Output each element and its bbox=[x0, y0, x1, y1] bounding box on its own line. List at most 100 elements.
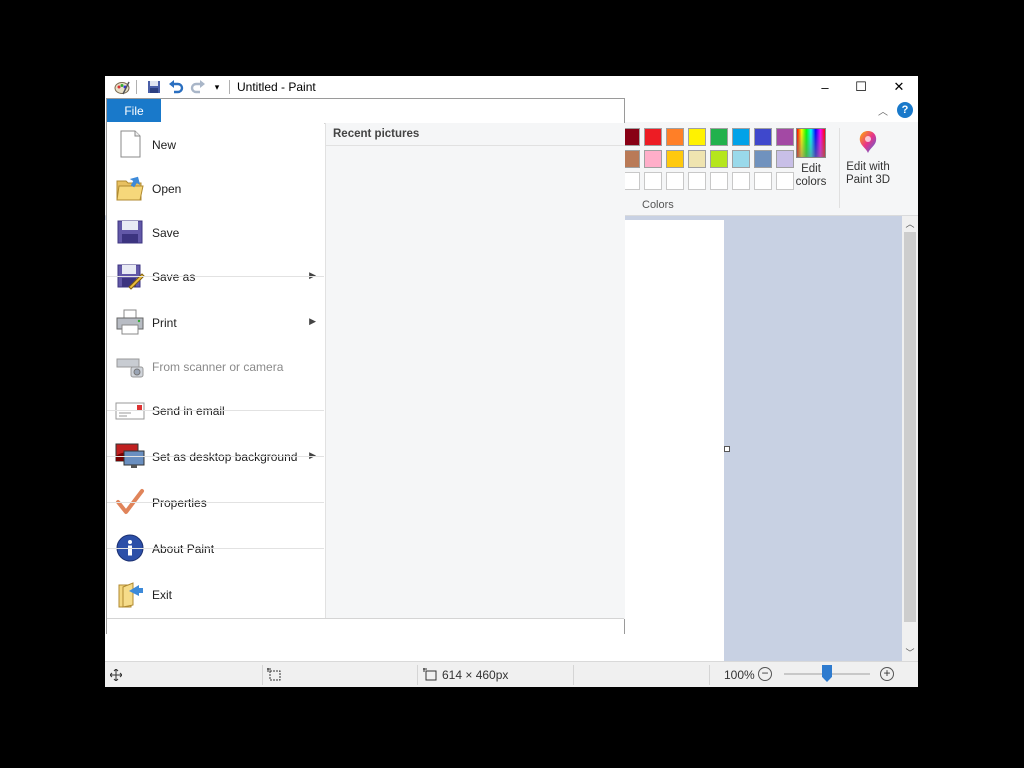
close-button[interactable]: ✕ bbox=[880, 76, 918, 98]
submenu-arrow-icon: ▶ bbox=[309, 316, 316, 326]
custom-color-swatch[interactable] bbox=[710, 172, 728, 190]
status-divider bbox=[417, 665, 418, 685]
paint3d-label-2: Paint 3D bbox=[845, 174, 891, 186]
color-swatch[interactable] bbox=[666, 150, 684, 168]
menu-item-label: About Paint bbox=[152, 542, 215, 556]
menu-item-label: Set as desktop background bbox=[152, 450, 298, 464]
menu-item-label: Print bbox=[152, 316, 177, 330]
open-folder-icon bbox=[115, 173, 145, 203]
image-dimensions: 614 × 460px bbox=[442, 668, 509, 682]
cursor-position-icon bbox=[110, 662, 122, 687]
window-title: Untitled - Paint bbox=[237, 80, 316, 94]
menu-separator bbox=[107, 502, 324, 503]
color-swatch[interactable] bbox=[688, 150, 706, 168]
menu-item-new[interactable]: New bbox=[107, 123, 324, 167]
file-tab[interactable]: File bbox=[107, 99, 161, 122]
edit-colors-label-2: colors bbox=[795, 176, 827, 188]
color-swatch[interactable] bbox=[754, 150, 772, 168]
zoom-out-button[interactable]: − bbox=[758, 667, 772, 681]
resize-handle-right[interactable] bbox=[724, 446, 730, 452]
color-swatch[interactable] bbox=[688, 128, 706, 146]
undo-icon[interactable] bbox=[167, 79, 185, 95]
paint-app-icon[interactable] bbox=[113, 79, 131, 95]
scanner-icon bbox=[115, 351, 145, 381]
menu-item-label: Exit bbox=[152, 588, 173, 602]
menu-item-label: New bbox=[152, 138, 177, 152]
scroll-up-arrow[interactable]: ︿ bbox=[902, 216, 918, 232]
menu-item-label: Save as bbox=[152, 270, 196, 284]
status-divider bbox=[262, 665, 263, 685]
colors-group-label: Colors bbox=[642, 199, 674, 211]
title-bar: ▾ Untitled - Paint – ☐ ✕ bbox=[105, 76, 918, 98]
menu-item-label: Properties bbox=[152, 496, 207, 510]
menu-item-properties[interactable]: Properties bbox=[107, 481, 324, 525]
custom-color-swatch[interactable] bbox=[644, 172, 662, 190]
menu-separator bbox=[107, 410, 324, 411]
recent-pictures-divider bbox=[326, 145, 625, 146]
save-icon[interactable] bbox=[145, 79, 163, 95]
recent-pictures-panel: Recent pictures bbox=[325, 123, 625, 619]
color-swatch[interactable] bbox=[644, 128, 662, 146]
status-divider bbox=[573, 665, 574, 685]
menu-item-label: Open bbox=[152, 182, 182, 196]
minimize-button[interactable]: – bbox=[806, 76, 844, 98]
menu-item-exit[interactable]: Exit bbox=[107, 573, 324, 617]
vertical-scrollbar[interactable]: ︿ ﹀ bbox=[902, 216, 918, 661]
color-swatch[interactable] bbox=[710, 128, 728, 146]
color-swatch[interactable] bbox=[666, 128, 684, 146]
status-bar: 614 × 460px 100% − + bbox=[105, 661, 918, 687]
new-document-icon bbox=[115, 129, 145, 159]
color-spectrum-icon bbox=[796, 128, 826, 158]
edit-colors-label-1: Edit bbox=[801, 163, 821, 175]
collapse-ribbon-icon[interactable]: ︿ bbox=[878, 103, 888, 118]
maximize-button[interactable]: ☐ bbox=[842, 76, 880, 98]
menu-item-save-as[interactable]: Save as ▶ bbox=[107, 255, 324, 299]
title-separator bbox=[229, 80, 230, 94]
qat-separator bbox=[136, 80, 137, 94]
custom-color-swatch[interactable] bbox=[666, 172, 684, 190]
menu-item-about-paint[interactable]: About Paint bbox=[107, 527, 324, 571]
exit-icon bbox=[115, 579, 145, 609]
file-menu: New Open Save Save as ▶ Print ▶ From scanner or… bbox=[106, 98, 625, 634]
menu-item-set-as-desktop-background[interactable]: Set as desktop background ▶ bbox=[107, 435, 324, 479]
zoom-slider-thumb[interactable] bbox=[822, 665, 832, 682]
paint3d-label-1: Edit with bbox=[846, 161, 890, 173]
menu-item-save[interactable]: Save bbox=[107, 211, 324, 255]
save-floppy-icon bbox=[115, 217, 145, 247]
menu-item-from-scanner-or-camera[interactable]: From scanner or camera bbox=[107, 345, 324, 389]
recent-pictures-header: Recent pictures bbox=[333, 128, 420, 140]
menu-item-label: Send in email bbox=[152, 404, 225, 418]
menu-separator bbox=[107, 456, 324, 457]
color-swatch[interactable] bbox=[710, 150, 728, 168]
zoom-level: 100% bbox=[724, 668, 755, 682]
paint3d-icon bbox=[854, 128, 882, 156]
selection-size-icon bbox=[267, 662, 281, 687]
zoom-in-button[interactable]: + bbox=[880, 667, 894, 681]
scroll-thumb[interactable] bbox=[904, 232, 916, 622]
menu-item-label: From scanner or camera bbox=[152, 360, 284, 374]
color-swatch[interactable] bbox=[732, 128, 750, 146]
custom-color-swatch[interactable] bbox=[688, 172, 706, 190]
file-menu-header bbox=[107, 99, 624, 124]
printer-icon bbox=[115, 307, 145, 337]
scroll-down-arrow[interactable]: ﹀ bbox=[902, 645, 918, 661]
menu-item-print[interactable]: Print ▶ bbox=[107, 301, 324, 345]
status-divider bbox=[709, 665, 710, 685]
menu-item-send-in-email[interactable]: Send in email bbox=[107, 389, 324, 433]
custom-color-swatch[interactable] bbox=[732, 172, 750, 190]
image-size-icon bbox=[423, 662, 437, 687]
color-swatch[interactable] bbox=[644, 150, 662, 168]
menu-separator bbox=[107, 548, 324, 549]
color-swatch[interactable] bbox=[732, 150, 750, 168]
edit-colors-button[interactable]: Edit colors bbox=[789, 128, 833, 189]
redo-icon[interactable] bbox=[189, 79, 207, 95]
help-icon[interactable]: ? bbox=[897, 102, 913, 118]
file-menu-footer bbox=[107, 618, 624, 634]
color-swatch[interactable] bbox=[754, 128, 772, 146]
edit-with-paint3d-button[interactable]: Edit with Paint 3D bbox=[840, 128, 896, 187]
customize-qat-icon[interactable]: ▾ bbox=[211, 79, 223, 95]
menu-item-label: Save bbox=[152, 226, 180, 240]
file-menu-commands: New Open Save Save as ▶ Print ▶ From scanner or… bbox=[107, 123, 324, 619]
custom-color-swatch[interactable] bbox=[754, 172, 772, 190]
menu-item-open[interactable]: Open bbox=[107, 167, 324, 211]
